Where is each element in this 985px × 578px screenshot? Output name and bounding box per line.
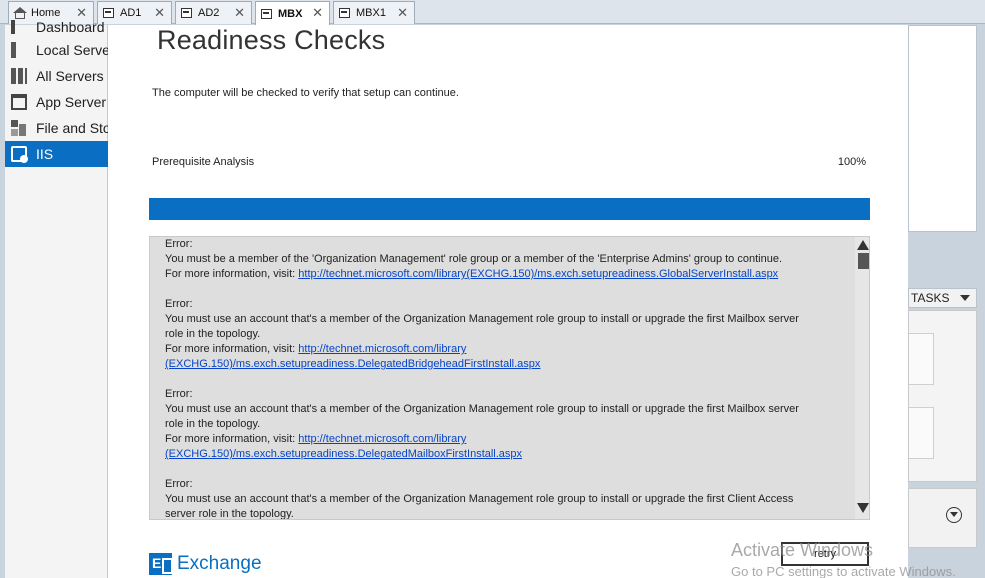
page-title: Readiness Checks [157, 25, 386, 55]
sidebar-item-local-server[interactable]: Local Server [5, 37, 108, 63]
more-info-line: For more information, visit: http://tech… [165, 267, 857, 282]
prerequisite-percent: 100% [837, 156, 866, 168]
all-servers-icon [11, 68, 27, 84]
server-icon [260, 8, 274, 20]
error-entry: Error: You must use an account that's a m… [165, 477, 857, 520]
more-info-prefix: For more information, visit: [165, 433, 299, 445]
expand-circle-icon[interactable] [946, 507, 962, 523]
error-message-line: You must use an account that's a member … [165, 403, 799, 415]
server-manager-sidebar: Dashboard Local Server All Servers App S… [5, 19, 108, 578]
close-icon[interactable]: ✕ [312, 5, 323, 21]
help-link[interactable]: http://technet.microsoft.com/library [298, 343, 466, 355]
close-icon[interactable]: ✕ [234, 5, 245, 21]
exchange-logo: Exchange [149, 553, 262, 575]
error-list-panel[interactable]: Error: You must be a member of the 'Organ… [149, 236, 870, 520]
prerequisite-analysis-label: Prerequisite Analysis [152, 156, 255, 168]
help-link[interactable]: (EXCHG.150)/ms.exch.setupreadiness.Deleg… [165, 358, 540, 370]
error-message-line: role in the topology. [165, 328, 261, 340]
help-link[interactable]: http://technet.microsoft.com/library [298, 433, 466, 445]
sidebar-item-label: All Servers [36, 68, 104, 84]
tab-mbx1[interactable]: MBX1 ✕ [333, 1, 415, 24]
scrollbar-thumb[interactable] [858, 253, 869, 269]
tile [909, 333, 934, 385]
sidebar-item-label: IIS [36, 146, 54, 162]
error-message-line: You must use an account that's a member … [165, 313, 799, 325]
exchange-logo-text: Exchange [177, 553, 262, 574]
sidebar-item-all-servers[interactable]: All Servers [5, 63, 108, 89]
vertical-scrollbar[interactable] [855, 237, 869, 519]
file-storage-icon [11, 120, 27, 136]
tasks-dropdown[interactable]: TASKS [908, 288, 977, 308]
sidebar-item-app-server[interactable]: App Server [5, 89, 108, 115]
tile [909, 407, 934, 459]
error-message-line: server role in the topology. [165, 508, 294, 520]
tab-mbx[interactable]: MBX ✕ [255, 1, 330, 25]
more-info-line: For more information, visit: http://tech… [165, 342, 857, 357]
sidebar-item-iis[interactable]: IIS [5, 141, 108, 167]
error-list-content: Error: You must be a member of the 'Organ… [165, 237, 857, 520]
scroll-up-arrow-icon[interactable] [857, 240, 869, 250]
error-entry: Error: You must use an account that's a m… [165, 297, 857, 372]
help-link[interactable]: http://technet.microsoft.com/library(EXC… [298, 268, 778, 280]
sidebar-item-label: File and Storage Services [36, 120, 108, 136]
error-message-line: role in the topology. [165, 418, 261, 430]
error-message-line: You must be a member of the 'Organizatio… [165, 253, 782, 265]
tab-label: AD1 [120, 7, 142, 19]
app-server-icon [11, 94, 27, 110]
more-info-line: For more information, visit: http://tech… [165, 432, 857, 447]
tasks-label: TASKS [911, 291, 950, 305]
right-panel-bottom [908, 488, 977, 548]
progress-bar-fill [149, 198, 870, 220]
error-message-line: You must use an account that's a member … [165, 493, 794, 505]
progress-bar [149, 198, 870, 220]
exchange-logo-icon [149, 553, 173, 575]
local-server-icon [11, 42, 16, 58]
iis-icon [11, 146, 28, 163]
exchange-setup-wizard: Readiness Checks The computer will be ch… [108, 25, 908, 578]
error-heading: Error: [165, 298, 193, 310]
dashboard-icon [11, 20, 27, 34]
error-heading: Error: [165, 238, 193, 250]
help-link[interactable]: (EXCHG.150)/ms.exch.setupreadiness.Deleg… [165, 448, 522, 460]
page-subtitle: The computer will be checked to verify t… [152, 87, 459, 99]
more-info-prefix: For more information, visit: [165, 268, 299, 280]
sidebar-item-label: Local Server [36, 42, 108, 58]
sidebar-item-label: App Server [36, 94, 107, 110]
tab-bar: Home ✕ AD1 ✕ AD2 ✕ MBX ✕ MBX1 ✕ [0, 0, 985, 25]
right-panel-top [908, 25, 977, 232]
error-entry: Error: You must be a member of the 'Organ… [165, 237, 857, 282]
sidebar-item-label: Dashboard [36, 19, 105, 35]
activation-watermark-subtitle: Go to PC settings to activate Windows. [731, 564, 956, 578]
close-icon[interactable]: ✕ [154, 5, 165, 21]
tab-label: MBX [278, 7, 303, 20]
right-panel-tiles [908, 310, 977, 482]
error-entry: Error: You must use an account that's a m… [165, 387, 857, 462]
activation-watermark-title: Activate Windows [731, 540, 874, 560]
more-info-prefix: For more information, visit: [165, 343, 299, 355]
error-heading: Error: [165, 478, 193, 490]
tab-label: MBX1 [356, 7, 386, 19]
error-heading: Error: [165, 388, 193, 400]
scroll-down-arrow-icon[interactable] [857, 503, 869, 513]
sidebar-item-file-storage[interactable]: File and Storage Services [5, 115, 108, 141]
server-icon [180, 7, 194, 19]
tab-ad2[interactable]: AD2 ✕ [175, 1, 252, 24]
close-icon[interactable]: ✕ [397, 5, 408, 21]
server-icon [338, 7, 352, 19]
chevron-down-icon [960, 295, 970, 301]
tab-ad1[interactable]: AD1 ✕ [97, 1, 172, 24]
tab-label: AD2 [198, 7, 220, 19]
